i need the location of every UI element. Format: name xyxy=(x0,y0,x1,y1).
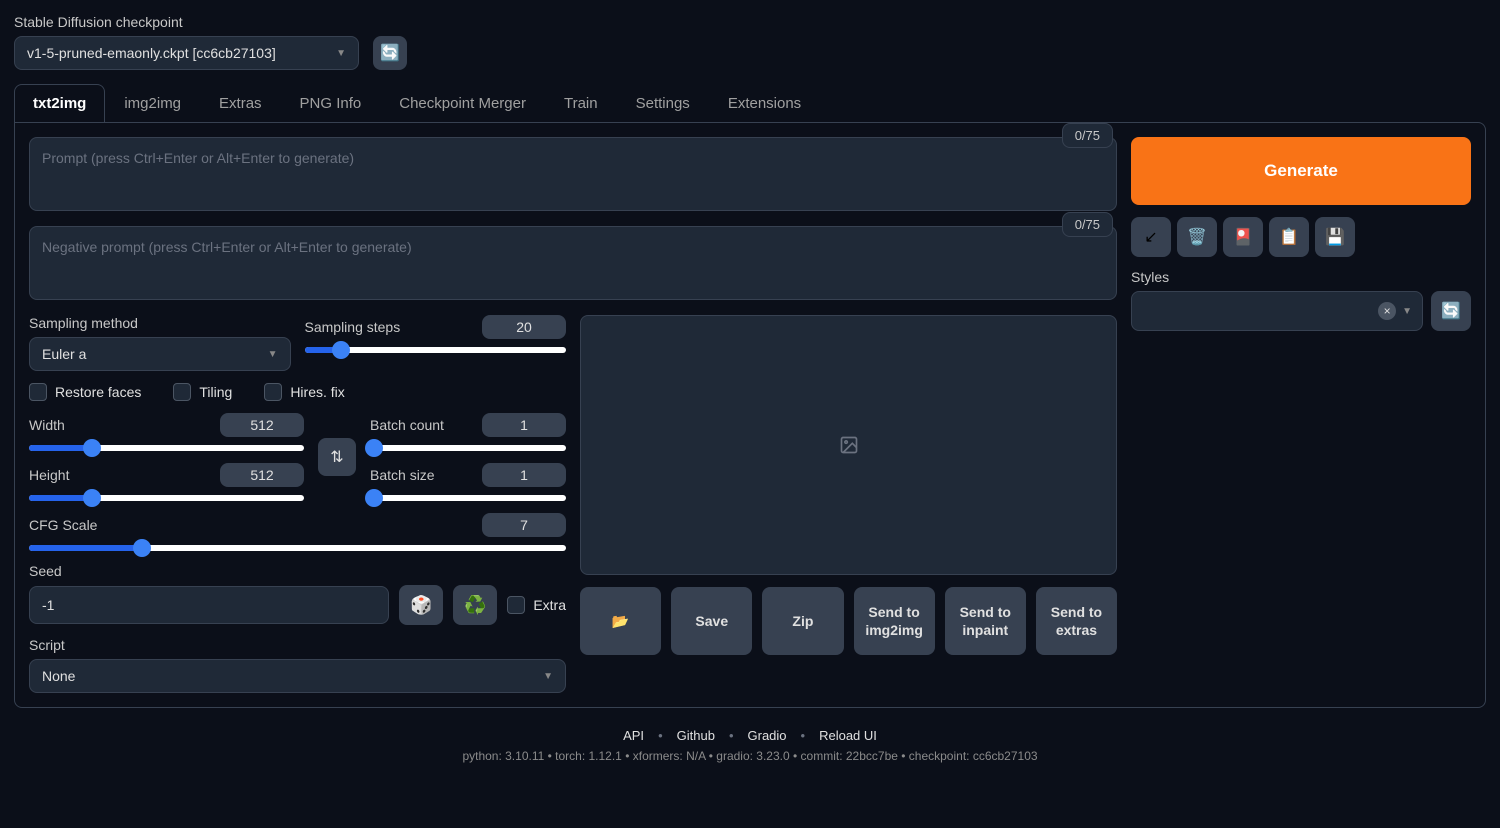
batch-size-value[interactable]: 1 xyxy=(482,463,566,487)
footer-meta: python: 3.10.11 • torch: 1.12.1 • xforme… xyxy=(14,749,1486,763)
recycle-icon: ♻️ xyxy=(464,595,486,616)
generate-button[interactable]: Generate xyxy=(1131,137,1471,205)
batch-count-label: Batch count xyxy=(370,417,444,433)
checkpoint-label: Stable Diffusion checkpoint xyxy=(14,14,359,30)
tab-png-info[interactable]: PNG Info xyxy=(281,84,381,122)
tiling-checkbox[interactable] xyxy=(173,383,191,401)
dice-icon: 🎲 xyxy=(410,595,432,616)
script-value: None xyxy=(42,668,75,684)
interrogate-button[interactable]: ↙ xyxy=(1131,217,1171,257)
height-slider[interactable] xyxy=(29,495,304,501)
chevron-down-icon: ▼ xyxy=(1402,306,1412,317)
refresh-icon: 🔄 xyxy=(1441,301,1461,321)
batch-count-value[interactable]: 1 xyxy=(482,413,566,437)
apply-styles-button[interactable]: 🔄 xyxy=(1431,291,1471,331)
swap-dimensions-button[interactable]: ⇅ xyxy=(318,438,356,476)
open-folder-button[interactable]: 📂 xyxy=(580,587,661,655)
chevron-down-icon: ▼ xyxy=(336,48,346,59)
extra-seed-checkbox[interactable] xyxy=(507,596,525,614)
batch-size-label: Batch size xyxy=(370,467,435,483)
height-value[interactable]: 512 xyxy=(220,463,304,487)
sampling-method-select[interactable]: Euler a ▼ xyxy=(29,337,291,371)
chevron-down-icon: ▼ xyxy=(543,671,553,682)
send-to-inpaint-button[interactable]: Send to inpaint xyxy=(945,587,1026,655)
extra-seed-label: Extra xyxy=(533,597,566,613)
styles-select[interactable]: × ▼ xyxy=(1131,291,1423,331)
seed-input[interactable] xyxy=(29,586,389,624)
prompt-token-count: 0/75 xyxy=(1062,123,1113,148)
tab-img2img[interactable]: img2img xyxy=(105,84,200,122)
tab-extensions[interactable]: Extensions xyxy=(709,84,820,122)
footer-link-reload-ui[interactable]: Reload UI xyxy=(819,728,877,743)
sampling-steps-slider[interactable] xyxy=(305,347,567,353)
arrow-icon: ↙ xyxy=(1144,227,1157,247)
tiling-label: Tiling xyxy=(199,384,232,400)
footer-link-gradio[interactable]: Gradio xyxy=(748,728,787,743)
seed-label: Seed xyxy=(29,563,566,579)
neg-prompt-token-count: 0/75 xyxy=(1062,212,1113,237)
sampling-steps-label: Sampling steps xyxy=(305,319,401,335)
width-label: Width xyxy=(29,417,65,433)
output-image-area xyxy=(580,315,1117,575)
footer-links: API • Github • Gradio • Reload UI xyxy=(14,728,1486,743)
cfg-scale-label: CFG Scale xyxy=(29,517,97,533)
tab-checkpoint-merger[interactable]: Checkpoint Merger xyxy=(380,84,545,122)
paste-button[interactable]: 📋 xyxy=(1269,217,1309,257)
sampling-method-value: Euler a xyxy=(42,346,86,362)
hires-fix-checkbox[interactable] xyxy=(264,383,282,401)
clipboard-icon: 📋 xyxy=(1279,227,1299,247)
refresh-checkpoint-button[interactable]: 🔄 xyxy=(373,36,407,70)
checkpoint-select[interactable]: v1-5-pruned-emaonly.ckpt [cc6cb27103] ▼ xyxy=(14,36,359,70)
zip-button[interactable]: Zip xyxy=(762,587,843,655)
footer-link-github[interactable]: Github xyxy=(677,728,715,743)
save-style-button[interactable]: 💾 xyxy=(1315,217,1355,257)
script-label: Script xyxy=(29,637,566,653)
folder-icon: 📂 xyxy=(612,613,629,629)
negative-prompt-input[interactable] xyxy=(29,226,1117,300)
main-tabs: txt2img img2img Extras PNG Info Checkpoi… xyxy=(14,84,1486,122)
reuse-seed-button[interactable]: ♻️ xyxy=(453,585,497,625)
styles-label: Styles xyxy=(1131,269,1471,285)
extra-networks-button[interactable]: 🎴 xyxy=(1223,217,1263,257)
tab-train[interactable]: Train xyxy=(545,84,617,122)
checkpoint-value: v1-5-pruned-emaonly.ckpt [cc6cb27103] xyxy=(27,45,276,61)
random-seed-button[interactable]: 🎲 xyxy=(399,585,443,625)
chevron-down-icon: ▼ xyxy=(268,349,278,360)
tab-extras[interactable]: Extras xyxy=(200,84,281,122)
clear-prompt-button[interactable]: 🗑️ xyxy=(1177,217,1217,257)
card-icon: 🎴 xyxy=(1233,227,1253,247)
batch-size-slider[interactable] xyxy=(370,495,566,501)
send-to-img2img-button[interactable]: Send to img2img xyxy=(854,587,935,655)
save-icon: 💾 xyxy=(1325,227,1345,247)
width-slider[interactable] xyxy=(29,445,304,451)
save-button[interactable]: Save xyxy=(671,587,752,655)
hires-fix-label: Hires. fix xyxy=(290,384,344,400)
tab-settings[interactable]: Settings xyxy=(617,84,709,122)
cfg-scale-value[interactable]: 7 xyxy=(482,513,566,537)
image-icon xyxy=(839,435,859,455)
clear-styles-icon[interactable]: × xyxy=(1378,302,1396,320)
send-to-extras-button[interactable]: Send to extras xyxy=(1036,587,1117,655)
width-value[interactable]: 512 xyxy=(220,413,304,437)
restore-faces-label: Restore faces xyxy=(55,384,141,400)
footer-link-api[interactable]: API xyxy=(623,728,644,743)
trash-icon: 🗑️ xyxy=(1187,227,1207,247)
batch-count-slider[interactable] xyxy=(370,445,566,451)
script-select[interactable]: None ▼ xyxy=(29,659,566,693)
sampling-steps-value[interactable]: 20 xyxy=(482,315,566,339)
sampling-method-label: Sampling method xyxy=(29,315,291,331)
swap-icon: ⇅ xyxy=(330,447,343,467)
restore-faces-checkbox[interactable] xyxy=(29,383,47,401)
height-label: Height xyxy=(29,467,69,483)
cfg-scale-slider[interactable] xyxy=(29,545,566,551)
tab-txt2img[interactable]: txt2img xyxy=(14,84,105,122)
refresh-icon: 🔄 xyxy=(380,43,400,63)
prompt-input[interactable] xyxy=(29,137,1117,211)
